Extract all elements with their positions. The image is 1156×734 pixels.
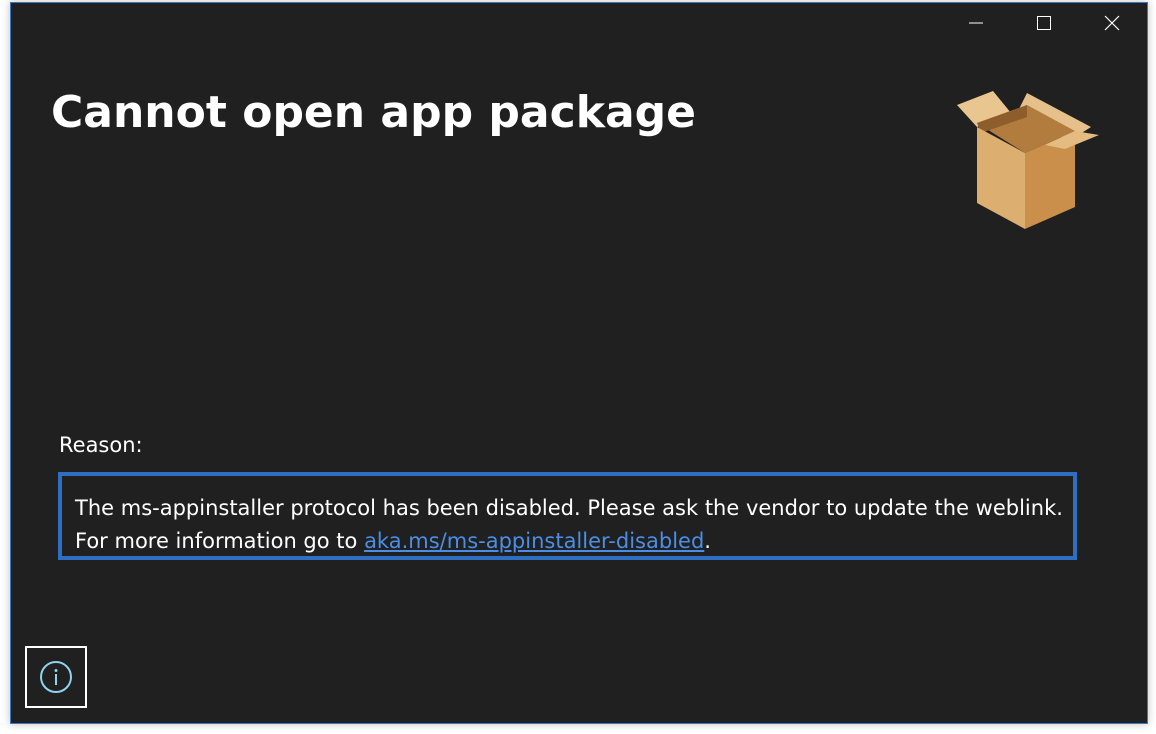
app-installer-window: Cannot open app package Reason: The ms-a… [10, 2, 1148, 724]
maximize-icon [1037, 16, 1051, 30]
reason-label: Reason: [59, 433, 143, 457]
info-button[interactable] [25, 646, 87, 708]
close-button[interactable] [1089, 3, 1135, 43]
reason-text: The ms-appinstaller protocol has been di… [75, 492, 1065, 558]
reason-box: The ms-appinstaller protocol has been di… [58, 472, 1077, 560]
reason-text-after: . [704, 529, 711, 553]
minimize-button[interactable] [953, 3, 999, 43]
reason-link[interactable]: aka.ms/ms-appinstaller-disabled [364, 529, 704, 553]
close-icon [1104, 15, 1120, 31]
maximize-button[interactable] [1021, 3, 1067, 43]
info-icon [40, 661, 72, 693]
page-title: Cannot open app package [51, 87, 696, 138]
minimize-icon [969, 22, 983, 24]
package-box-icon [957, 91, 1099, 229]
